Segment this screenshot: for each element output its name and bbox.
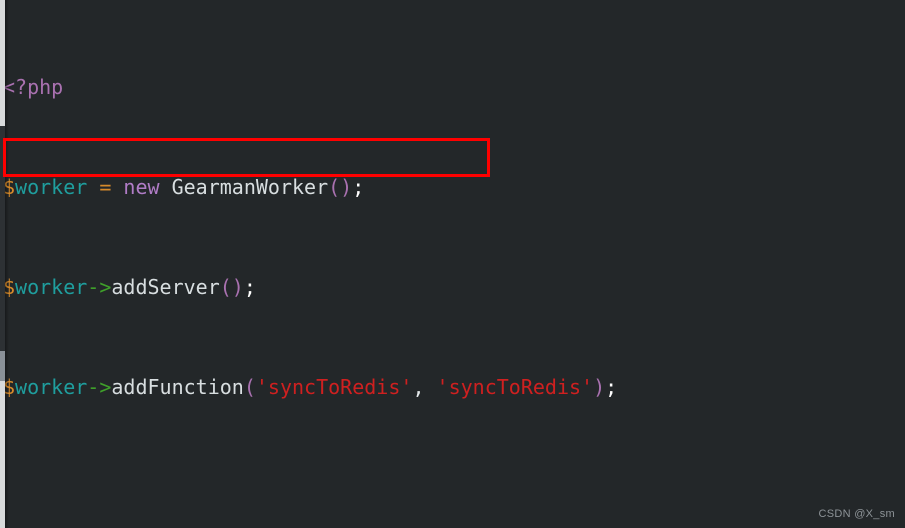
code-line-2[interactable]: $worker = new GearmanWorker(); bbox=[0, 175, 905, 200]
terminal-code-editor: <?php $worker = new GearmanWorker(); $wo… bbox=[0, 0, 905, 528]
variable-worker: worker bbox=[15, 375, 88, 399]
rparen: ) bbox=[593, 375, 606, 399]
left-edge-shadow bbox=[5, 0, 9, 528]
comma: , bbox=[412, 375, 437, 399]
code-editor-content[interactable]: <?php $worker = new GearmanWorker(); $wo… bbox=[0, 0, 905, 528]
variable-worker: worker bbox=[15, 275, 88, 299]
method-addfunction: addFunction bbox=[111, 375, 244, 399]
keyword-new: new bbox=[123, 175, 160, 199]
semicolon: ; bbox=[605, 375, 618, 399]
semicolon: ; bbox=[352, 175, 365, 199]
variable-worker: worker bbox=[15, 175, 88, 199]
parens: () bbox=[219, 275, 244, 299]
code-line-5-blank[interactable] bbox=[0, 475, 905, 500]
object-arrow: -> bbox=[87, 275, 112, 299]
php-open-tag: <?php bbox=[3, 75, 64, 99]
string-functionname-2: 'syncToRedis' bbox=[436, 375, 594, 399]
method-addserver: addServer bbox=[111, 275, 220, 299]
watermark-text: CSDN @X_sm bbox=[818, 508, 895, 520]
class-gearmanworker: GearmanWorker bbox=[159, 175, 329, 199]
code-line-3[interactable]: $worker->addServer(); bbox=[0, 275, 905, 300]
code-line-1[interactable]: <?php bbox=[0, 75, 905, 100]
string-functionname-1: 'syncToRedis' bbox=[255, 375, 413, 399]
parens: () bbox=[328, 175, 353, 199]
lparen: ( bbox=[243, 375, 256, 399]
semicolon: ; bbox=[243, 275, 256, 299]
code-line-4[interactable]: $worker->addFunction('syncToRedis', 'syn… bbox=[0, 375, 905, 400]
assign-operator: = bbox=[87, 175, 124, 199]
object-arrow: -> bbox=[87, 375, 112, 399]
